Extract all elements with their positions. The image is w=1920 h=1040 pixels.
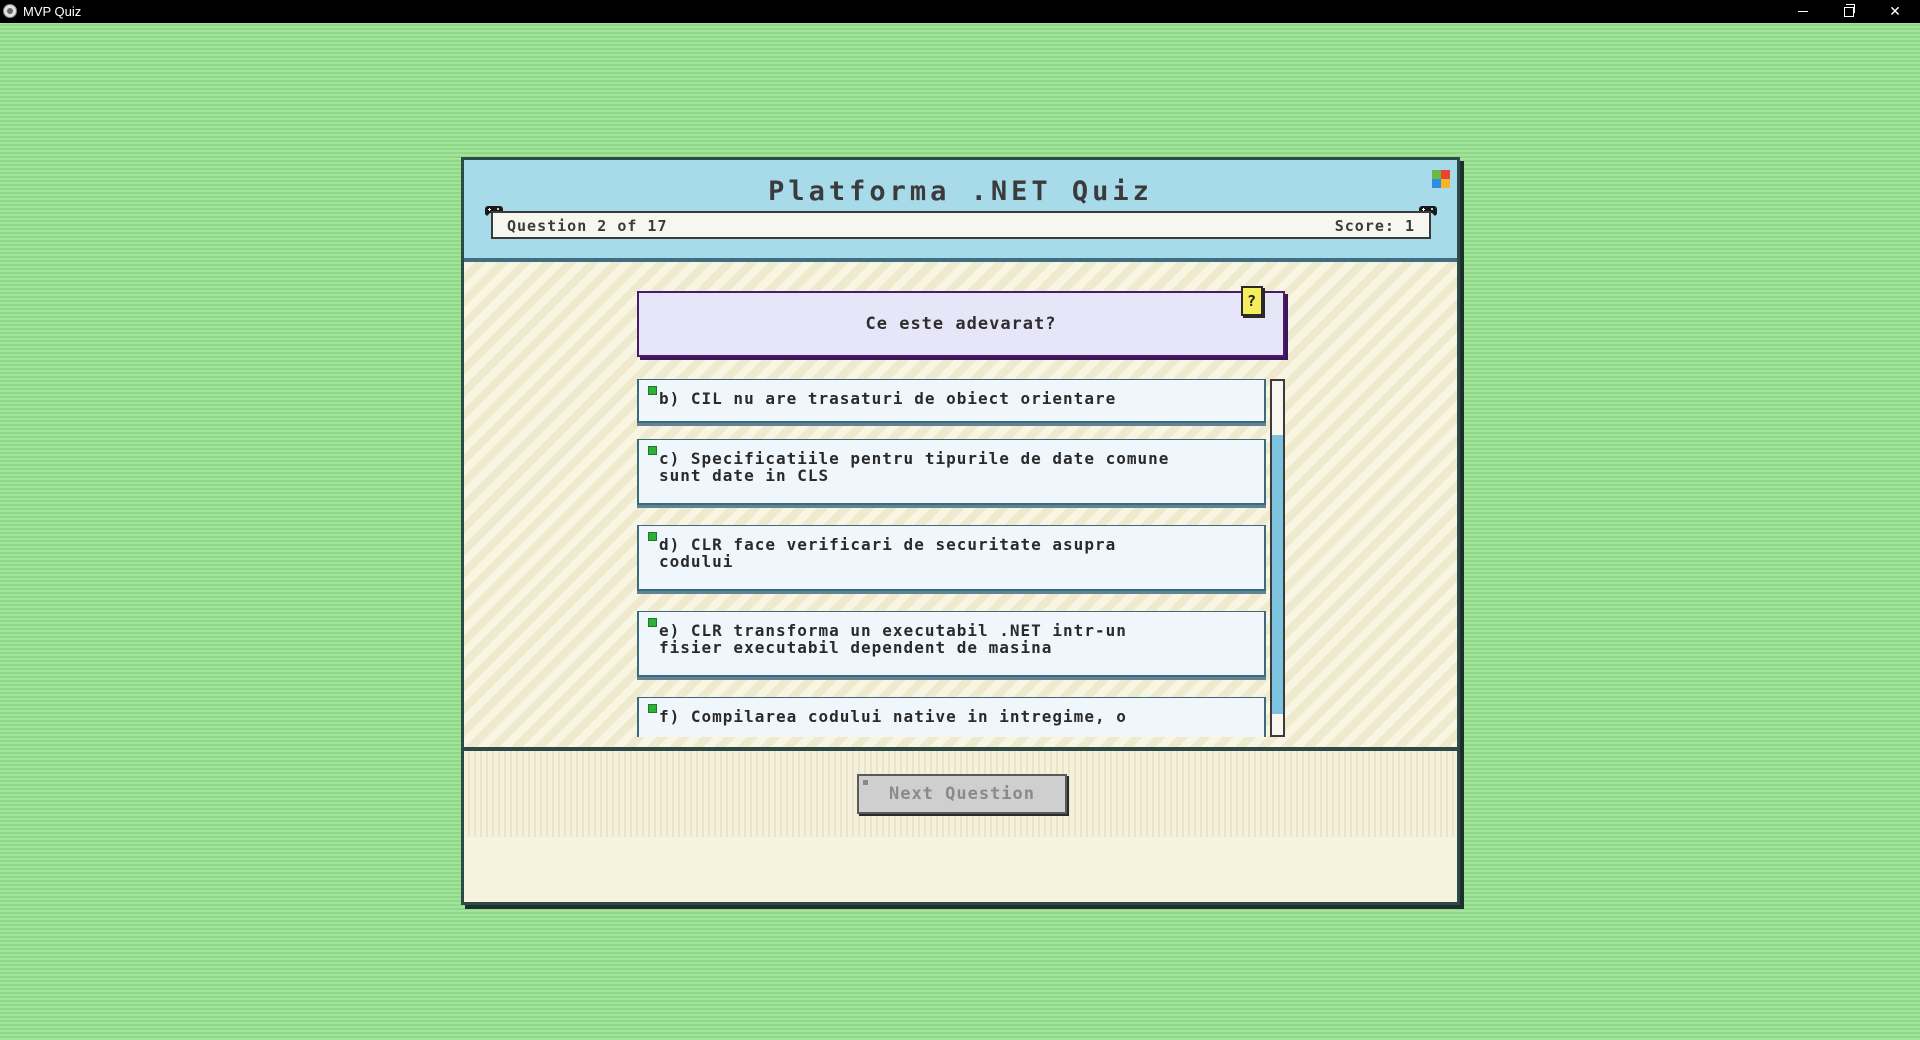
restore-icon [1844, 3, 1855, 17]
close-button[interactable]: ✕ [1872, 0, 1918, 23]
answer-option[interactable]: d) CLR face verificari de securitate asu… [637, 525, 1266, 591]
answers-list: b) CIL nu are trasaturi de obiect orient… [637, 379, 1266, 737]
minimize-button[interactable] [1780, 0, 1826, 23]
next-question-label: Next Question [888, 784, 1036, 804]
quiz-footer: Next Question [464, 751, 1457, 837]
answer-label: f) Compilarea codului native in intregim… [659, 707, 1127, 726]
question-text: Ce este adevarat? [865, 314, 1057, 334]
answer-label: b) CIL nu are trasaturi de obiect orient… [659, 389, 1117, 408]
quiz-header: Platforma .NET Quiz Question 2 of 17 Sco… [464, 160, 1457, 262]
close-icon: ✕ [1889, 3, 1901, 19]
answer-option[interactable]: c) Specificatiile pentru tipurile de dat… [637, 439, 1266, 505]
answer-label: e) CLR transforma un executabil .NET int… [659, 621, 1127, 657]
quiz-title: Platforma .NET Quiz [768, 176, 1153, 207]
footer-spacer [464, 837, 1457, 902]
quiz-panel: Platforma .NET Quiz Question 2 of 17 Sco… [461, 157, 1460, 905]
answer-label: c) Specificatiile pentru tipurile de dat… [659, 449, 1170, 485]
bullet-icon [648, 532, 657, 541]
next-question-button[interactable]: Next Question [857, 774, 1067, 814]
help-icon[interactable]: ? [1241, 286, 1263, 316]
answer-option[interactable]: e) CLR transforma un executabil .NET int… [637, 611, 1266, 677]
restore-button[interactable] [1826, 0, 1872, 23]
scrollbar-thumb[interactable] [1272, 435, 1283, 714]
quiz-body: Ce este adevarat? ? b) CIL nu are trasat… [464, 262, 1457, 751]
bullet-icon [648, 386, 657, 395]
button-indicator-icon [863, 780, 868, 785]
question-counter: Question 2 of 17 [507, 217, 668, 235]
window-titlebar: MVP Quiz ✕ [0, 0, 1920, 23]
score-label: Score: 1 [1334, 217, 1415, 235]
app-icon [3, 4, 17, 18]
bullet-icon [648, 704, 657, 713]
bullet-icon [648, 618, 657, 627]
answer-option[interactable]: f) Compilarea codului native in intregim… [637, 697, 1266, 737]
bullet-icon [648, 446, 657, 455]
status-bar: Question 2 of 17 Score: 1 [491, 211, 1431, 239]
answers-scrollbar[interactable] [1270, 379, 1285, 737]
minimize-icon [1798, 11, 1808, 12]
question-box: Ce este adevarat? ? [637, 286, 1285, 357]
answer-option[interactable]: b) CIL nu are trasaturi de obiect orient… [637, 379, 1266, 423]
window-title: MVP Quiz [23, 4, 82, 19]
answer-label: d) CLR face verificari de securitate asu… [659, 535, 1117, 571]
windows-logo-icon [1432, 170, 1450, 188]
